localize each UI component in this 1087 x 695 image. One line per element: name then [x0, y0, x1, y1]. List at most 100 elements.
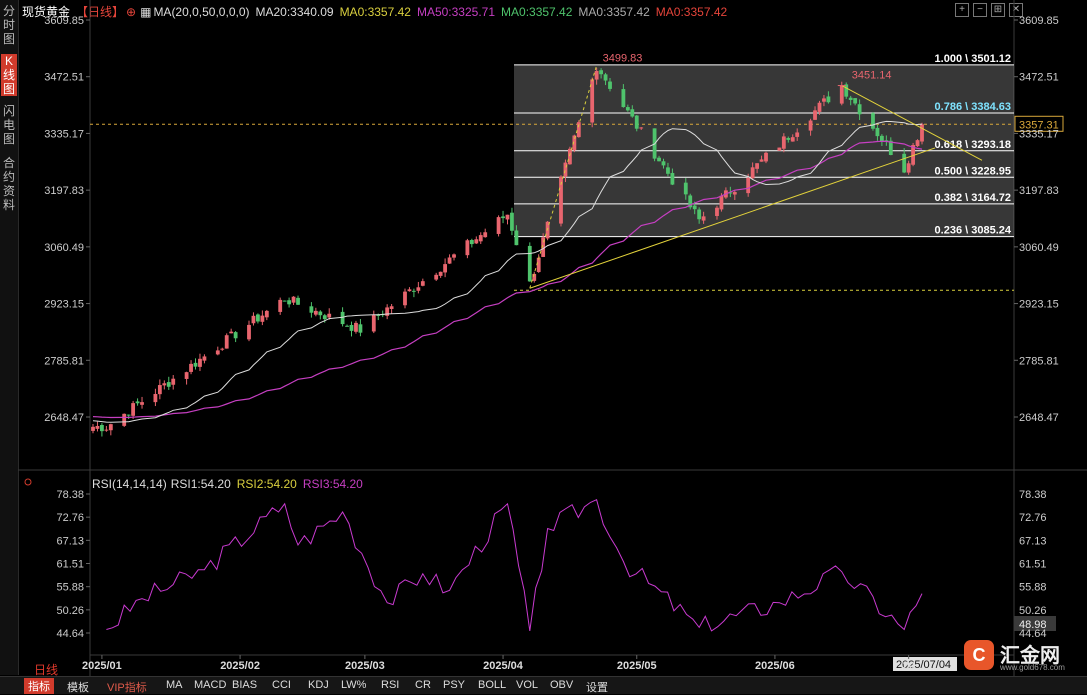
candle-body: [746, 177, 751, 194]
candle-body: [510, 212, 514, 231]
candle-body: [131, 403, 136, 416]
logo-icon: C: [964, 640, 994, 670]
indicator-bar: 指标 模板 VIP指标 MA MACD BIAS CCI KDJ LW% RSI…: [0, 676, 1087, 694]
logo-url: www.gold678.com: [1000, 663, 1065, 672]
tab-macd[interactable]: MACD: [194, 679, 226, 691]
candle-body: [634, 115, 639, 129]
candle-body: [469, 240, 474, 245]
rsi-tick-label: 55.88: [56, 582, 84, 594]
candle-body: [817, 102, 822, 112]
candle-body: [166, 382, 171, 387]
candle-body: [465, 240, 470, 256]
price-tick-label-right: 2648.47: [1019, 412, 1059, 424]
candle-body: [822, 98, 826, 102]
tab-boll[interactable]: BOLL: [478, 679, 506, 691]
tab-vol[interactable]: VOL: [516, 679, 538, 691]
tab-rsi[interactable]: RSI: [381, 679, 399, 691]
price-tick-label-right: 3197.83: [1019, 185, 1059, 197]
candle-body: [108, 424, 113, 431]
tab-lw[interactable]: LW%: [341, 679, 366, 691]
date-tick-label: 2025/04: [483, 660, 524, 672]
candle-body: [322, 315, 327, 320]
date-tick-label: 20: [903, 660, 915, 672]
rsi-tick-label: 50.26: [56, 605, 84, 617]
candle-body: [915, 140, 920, 147]
candle-body: [603, 74, 608, 81]
candle-body: [162, 383, 167, 386]
candle-body: [278, 299, 283, 312]
date-tick-label: 2025/06: [755, 660, 795, 672]
candle-body: [594, 70, 599, 80]
candle-body: [826, 96, 831, 103]
candle-body: [443, 264, 448, 273]
candle-body: [313, 310, 318, 315]
candle-body: [759, 159, 764, 162]
price-tick-label-right: 2785.81: [1019, 355, 1059, 367]
candle-body: [692, 205, 697, 210]
candle-body: [193, 362, 198, 367]
rsi-tick-label: 67.13: [56, 535, 84, 547]
candle-body: [296, 297, 300, 305]
candle-body: [407, 289, 412, 292]
candle-body: [224, 335, 229, 349]
candle-body: [621, 89, 626, 108]
price-tick-label-right: 3335.17: [1019, 128, 1059, 140]
candle-body: [808, 120, 813, 131]
tab-indicators[interactable]: 指标: [24, 678, 54, 694]
candle-body: [715, 207, 719, 216]
candle-body: [126, 414, 131, 416]
price-tick-label: 3609.85: [44, 15, 84, 27]
rsi-tick-label-right: 61.51: [1019, 559, 1047, 571]
candle-body: [813, 110, 817, 120]
candle-body: [202, 356, 207, 361]
candle-body: [403, 291, 407, 306]
candle-body: [340, 311, 345, 325]
candle-body: [358, 324, 363, 333]
price-tick-label-right: 3472.51: [1019, 72, 1059, 84]
candle-body: [701, 216, 706, 221]
high-label: 3499.83: [603, 52, 643, 64]
candle-body: [764, 152, 768, 162]
candle-body: [229, 331, 234, 334]
fib-level-label: 0.618 \ 3293.18: [935, 139, 1011, 151]
tab-bias[interactable]: BIAS: [232, 679, 257, 691]
candle-body: [639, 127, 644, 129]
candle-body: [371, 314, 376, 332]
rsi-tick-label: 61.51: [56, 559, 84, 571]
candle-body: [220, 348, 225, 350]
date-axis: 2025/01 2025/02 2025/03 2025/04 2025/05 2025/…: [82, 655, 915, 672]
rsi-tick-label: 72.76: [56, 512, 84, 524]
candle-body: [781, 136, 786, 149]
fib-level-label: 0.500 \ 3228.95: [935, 165, 1011, 177]
tab-cr[interactable]: CR: [415, 679, 431, 691]
candle-body: [452, 254, 456, 258]
candle-body: [104, 429, 109, 431]
candle-body: [853, 98, 858, 104]
price-tick-label: 2923.15: [44, 299, 84, 311]
tab-kdj[interactable]: KDJ: [308, 679, 329, 691]
tab-ma[interactable]: MA: [166, 679, 183, 691]
logo: C 汇金网 www.gold678.com: [960, 636, 1087, 676]
candle-body: [670, 172, 675, 185]
kline-chart[interactable]: 1.000 \ 3501.12 0.786 \ 3384.63 0.618 \ 32…: [0, 0, 1087, 676]
rsi-ticks: 78.38 78.38 72.76 72.76 67.13 67.13 61.51 61.51…: [56, 489, 1046, 640]
candle-body: [349, 324, 354, 331]
price-tick-label: 3060.49: [44, 242, 84, 254]
rsi-line: [106, 499, 923, 632]
tab-cci[interactable]: CCI: [272, 679, 291, 691]
candle-body: [95, 425, 100, 429]
candle-body: [906, 163, 911, 173]
tab-psy[interactable]: PSY: [443, 679, 465, 691]
candle-body: [260, 315, 265, 322]
candle-body: [501, 216, 505, 219]
candle-body: [215, 350, 220, 355]
candle-body: [777, 147, 782, 151]
date-tick-label: 2025/02: [220, 660, 260, 672]
fib-level-label: 1.000 \ 3501.12: [935, 53, 1011, 65]
candle-body: [902, 153, 907, 173]
candle-body: [434, 274, 439, 280]
tab-obv[interactable]: OBV: [550, 679, 573, 691]
candle-body: [483, 232, 488, 238]
rsi-settings-icon[interactable]: [24, 478, 32, 486]
candle-body: [153, 393, 158, 403]
